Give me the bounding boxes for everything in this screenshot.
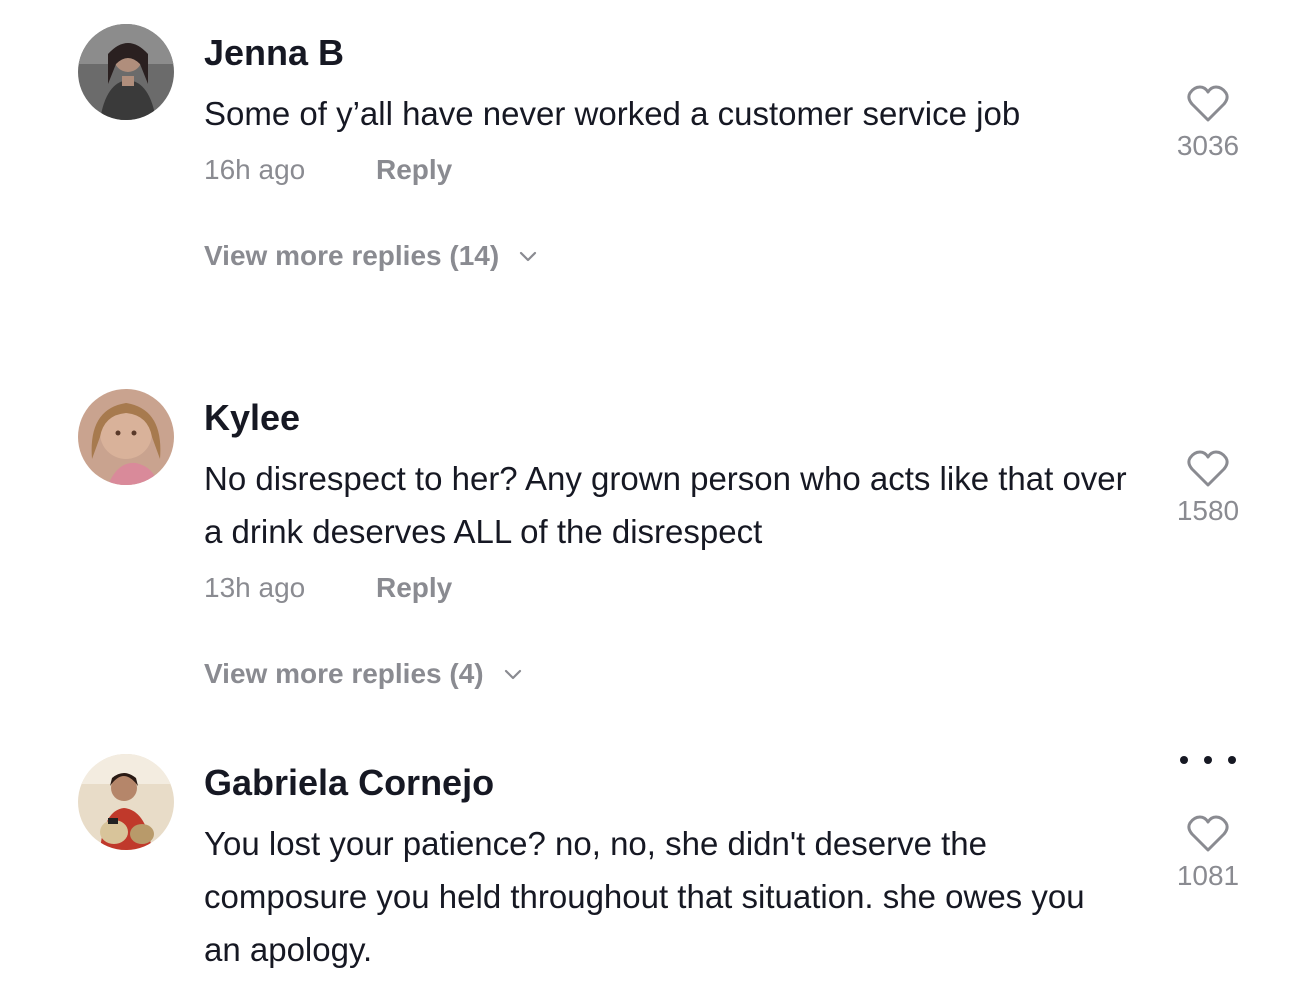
- reply-button[interactable]: Reply: [376, 154, 452, 186]
- comment-text: Some of y’all have never worked a custom…: [204, 95, 1021, 132]
- comment-username[interactable]: Gabriela Cornejo: [204, 754, 1144, 812]
- more-horizontal-icon[interactable]: [1180, 748, 1236, 772]
- comment-body: Gabriela Cornejo You lost your patience?…: [204, 754, 1144, 976]
- comment-meta: 13h ago Reply: [204, 568, 1144, 608]
- like-button[interactable]: 1580: [1166, 449, 1250, 529]
- like-button[interactable]: 1081: [1166, 814, 1250, 894]
- comment-timestamp: 16h ago: [204, 154, 306, 185]
- avatar[interactable]: [78, 24, 174, 120]
- comment-timestamp: 13h ago: [204, 572, 306, 603]
- dot: [1228, 756, 1236, 764]
- dot: [1180, 756, 1188, 764]
- comment-list: Jenna B Some of y’all have never worked …: [0, 0, 1312, 1000]
- view-more-replies-label: View more replies (4): [204, 658, 484, 689]
- heart-outline-icon: [1187, 85, 1229, 122]
- chevron-down-icon: [520, 251, 537, 262]
- comment-text: No disrespect to her? Any grown person w…: [204, 460, 1127, 550]
- reply-button[interactable]: Reply: [376, 572, 452, 604]
- view-more-replies-button[interactable]: View more replies (14): [204, 236, 1144, 276]
- heart-outline-icon: [1187, 450, 1229, 487]
- like-count: 1580: [1176, 495, 1240, 526]
- dot: [1204, 756, 1212, 764]
- comment-body: Jenna B Some of y’all have never worked …: [204, 24, 1144, 276]
- heart-outline-icon: [1187, 815, 1229, 852]
- like-button[interactable]: 3036: [1166, 84, 1250, 164]
- comment-body: Kylee No disrespect to her? Any grown pe…: [204, 389, 1144, 694]
- comment-username[interactable]: Kylee: [204, 389, 1144, 447]
- chevron-down-icon: [504, 669, 521, 680]
- comment-text: You lost your patience? no, no, she didn…: [204, 825, 1085, 968]
- view-more-replies-button[interactable]: View more replies (4): [204, 654, 1144, 694]
- comment-username[interactable]: Jenna B: [204, 24, 1144, 82]
- like-count: 3036: [1176, 130, 1240, 161]
- view-more-replies-label: View more replies (14): [204, 240, 500, 271]
- avatar[interactable]: [78, 389, 174, 485]
- comment-meta: 16h ago Reply: [204, 150, 1144, 190]
- like-count: 1081: [1176, 860, 1240, 891]
- avatar[interactable]: [78, 754, 174, 850]
